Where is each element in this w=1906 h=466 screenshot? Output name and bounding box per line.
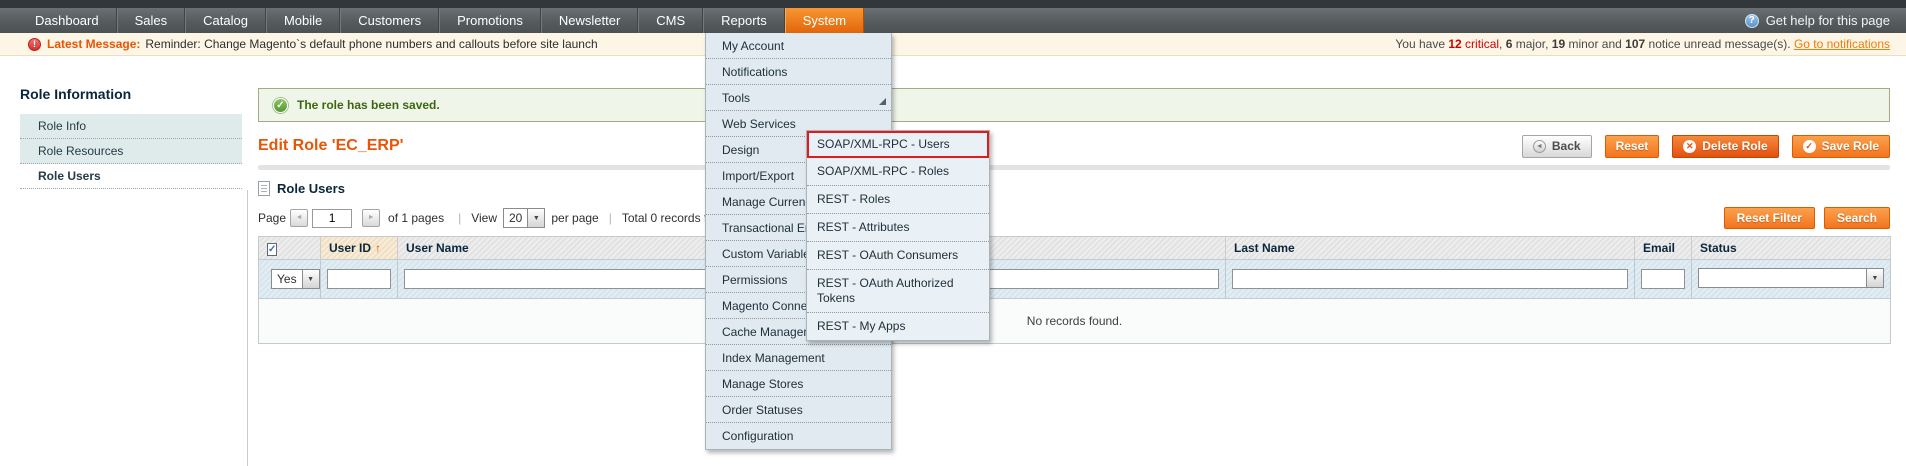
get-help-label: Get help for this page bbox=[1766, 13, 1890, 28]
select-arrow-icon: ▼ bbox=[527, 209, 544, 227]
submenu-item-soap-xml-rpc-users[interactable]: SOAP/XML-RPC - Users bbox=[807, 131, 989, 158]
select-all-checkbox[interactable]: ✓ bbox=[267, 243, 277, 256]
delete-icon: ✕ bbox=[1683, 140, 1696, 153]
success-check-icon: ✓ bbox=[273, 98, 288, 113]
submenu-item-rest-oauth-consumers[interactable]: REST - OAuth Consumers bbox=[807, 242, 989, 270]
header-divider bbox=[258, 165, 1890, 170]
grid-header-row: ✓ User ID↑ User Name First Name Last Nam… bbox=[259, 237, 1891, 260]
nav-item-newsletter[interactable]: Newsletter bbox=[541, 8, 638, 33]
grid-filter-row: Yes ▼ ▼ bbox=[259, 260, 1891, 299]
reset-filter-button[interactable]: Reset Filter bbox=[1724, 207, 1815, 229]
message-bar: ! Latest Message: Reminder: Change Magen… bbox=[0, 33, 1906, 56]
help-icon: ? bbox=[1745, 14, 1759, 28]
column-header-status[interactable]: Status bbox=[1692, 237, 1891, 260]
pager-row: Page ◄ ► of 1 pages | View 20 ▼ per page… bbox=[258, 206, 1890, 230]
notice-count: 107 bbox=[1625, 37, 1645, 51]
save-role-button[interactable]: ✓ Save Role bbox=[1792, 135, 1890, 158]
delete-role-button[interactable]: ✕ Delete Role bbox=[1672, 135, 1778, 158]
back-arrow-icon: ◄ bbox=[1533, 140, 1546, 153]
reset-button[interactable]: Reset bbox=[1605, 135, 1660, 158]
menu-item-notifications[interactable]: Notifications bbox=[706, 59, 891, 85]
main-content: ✓ The role has been saved. Edit Role 'EC… bbox=[258, 80, 1890, 344]
web-services-submenu: SOAP/XML-RPC - Users SOAP/XML-RPC - Role… bbox=[806, 130, 990, 341]
submenu-item-rest-my-apps[interactable]: REST - My Apps bbox=[807, 313, 989, 340]
sidebar-item-role-users[interactable]: Role Users bbox=[20, 164, 242, 189]
menu-item-my-account[interactable]: My Account bbox=[706, 33, 891, 59]
sidebar-title: Role Information bbox=[20, 86, 242, 102]
page-title: Edit Role 'EC_ERP' bbox=[258, 137, 403, 155]
menu-item-index-management[interactable]: Index Management bbox=[706, 345, 891, 371]
go-to-notifications-link[interactable]: Go to notifications bbox=[1794, 37, 1890, 51]
save-check-icon: ✓ bbox=[1803, 140, 1816, 153]
column-header-user-id[interactable]: User ID↑ bbox=[321, 237, 398, 260]
notification-summary: You have 12 critical, 6 major, 19 minor … bbox=[1395, 37, 1890, 51]
top-strip bbox=[0, 0, 1906, 8]
last-name-filter-input[interactable] bbox=[1232, 269, 1628, 289]
view-label: View bbox=[471, 211, 497, 225]
submenu-item-rest-roles[interactable]: REST - Roles bbox=[807, 186, 989, 214]
select-all-header: ✓ bbox=[259, 237, 321, 260]
grid-section-title: Role Users bbox=[277, 181, 345, 196]
menu-item-manage-stores[interactable]: Manage Stores bbox=[706, 371, 891, 397]
nav-item-catalog[interactable]: Catalog bbox=[185, 8, 266, 33]
search-button[interactable]: Search bbox=[1824, 207, 1890, 229]
submenu-item-soap-xml-rpc-roles[interactable]: SOAP/XML-RPC - Roles bbox=[807, 158, 989, 186]
column-header-last-name[interactable]: Last Name bbox=[1226, 237, 1635, 260]
user-id-filter-input[interactable] bbox=[327, 269, 391, 289]
grid-filter-buttons: Reset Filter Search bbox=[1724, 207, 1890, 229]
minor-count: 19 bbox=[1552, 37, 1565, 51]
email-filter-input[interactable] bbox=[1641, 269, 1685, 289]
menu-item-order-statuses[interactable]: Order Statuses bbox=[706, 397, 891, 423]
action-buttons: ◄ Back Reset ✕ Delete Role ✓ Save Role bbox=[1522, 135, 1890, 158]
nav-item-sales[interactable]: Sales bbox=[117, 8, 186, 33]
page-header-row: Edit Role 'EC_ERP' ◄ Back Reset ✕ Delete… bbox=[258, 134, 1890, 158]
nav-item-mobile[interactable]: Mobile bbox=[266, 8, 340, 33]
submenu-item-rest-oauth-authorized-tokens[interactable]: REST - OAuth Authorized Tokens bbox=[807, 270, 989, 313]
grid-document-icon bbox=[258, 181, 270, 196]
menu-item-tools[interactable]: Tools bbox=[706, 85, 891, 111]
nav-item-reports[interactable]: Reports bbox=[703, 8, 785, 33]
latest-message-text: Reminder: Change Magento`s default phone… bbox=[145, 37, 597, 51]
latest-message-label: Latest Message: bbox=[47, 37, 140, 51]
sidebar-item-role-info[interactable]: Role Info bbox=[20, 114, 242, 139]
grid-title-row: Role Users bbox=[258, 181, 1890, 196]
per-page-select[interactable]: 20 ▼ bbox=[503, 208, 545, 228]
sidebar-item-role-resources[interactable]: Role Resources bbox=[20, 139, 242, 164]
page-number-input[interactable] bbox=[312, 209, 352, 228]
success-message-text: The role has been saved. bbox=[297, 98, 440, 112]
menu-item-configuration[interactable]: Configuration bbox=[706, 423, 891, 449]
select-arrow-icon: ▼ bbox=[1866, 269, 1883, 287]
role-sidebar: Role Information Role Info Role Resource… bbox=[20, 86, 242, 189]
sidebar-content-divider bbox=[247, 190, 248, 466]
page-label: Page bbox=[258, 211, 286, 225]
status-filter-select[interactable]: ▼ bbox=[1698, 268, 1884, 288]
assigned-filter-select[interactable]: Yes ▼ bbox=[271, 269, 320, 289]
nav-item-promotions[interactable]: Promotions bbox=[439, 8, 541, 33]
submenu-indicator-icon bbox=[879, 98, 886, 105]
critical-count: 12 bbox=[1448, 37, 1461, 51]
no-records-text: No records found. bbox=[259, 299, 1891, 344]
main-navbar: Dashboard Sales Catalog Mobile Customers… bbox=[0, 8, 1906, 33]
per-page-label: per page bbox=[551, 211, 598, 225]
column-header-email[interactable]: Email bbox=[1635, 237, 1692, 260]
next-page-button[interactable]: ► bbox=[362, 209, 380, 227]
submenu-item-rest-attributes[interactable]: REST - Attributes bbox=[807, 214, 989, 242]
nav-item-customers[interactable]: Customers bbox=[340, 8, 439, 33]
back-button[interactable]: ◄ Back bbox=[1522, 135, 1592, 158]
error-icon: ! bbox=[28, 38, 41, 51]
total-pages-label: of 1 pages bbox=[388, 211, 444, 225]
grid-empty-row: No records found. bbox=[259, 299, 1891, 344]
sort-asc-icon: ↑ bbox=[375, 241, 381, 255]
previous-page-button[interactable]: ◄ bbox=[290, 209, 308, 227]
nav-item-cms[interactable]: CMS bbox=[638, 8, 703, 33]
role-users-grid: ✓ User ID↑ User Name First Name Last Nam… bbox=[258, 236, 1891, 344]
nav-item-system[interactable]: System bbox=[785, 8, 864, 33]
get-help-link[interactable]: ? Get help for this page bbox=[1745, 8, 1906, 33]
success-message: ✓ The role has been saved. bbox=[258, 88, 1890, 122]
select-arrow-icon: ▼ bbox=[302, 270, 319, 288]
nav-item-dashboard[interactable]: Dashboard bbox=[18, 8, 117, 33]
